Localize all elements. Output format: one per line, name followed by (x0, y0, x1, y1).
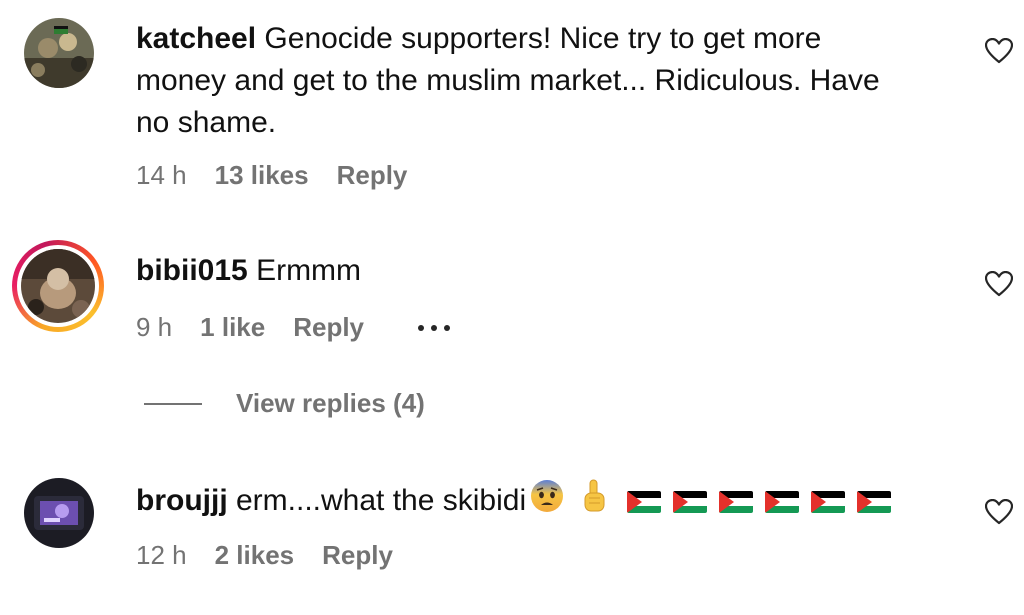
palestine-flag-emoji (672, 491, 707, 513)
avatar-image (24, 18, 94, 88)
likes-count[interactable]: 2 likes (215, 540, 295, 571)
comment-body: Ermmm (256, 254, 362, 287)
palestine-flag-emoji (626, 491, 661, 513)
avatar (21, 249, 95, 323)
comment-text: bibii015 Ermmm (136, 250, 916, 292)
palestine-flag-emoji (718, 491, 753, 513)
palestine-flag-emoji (810, 491, 845, 513)
comment-text: katcheel Genocide supporters! Nice try t… (136, 18, 916, 144)
likes-count[interactable]: 1 like (200, 312, 265, 343)
timestamp[interactable]: 9 h (136, 312, 172, 343)
username[interactable]: katcheel (136, 22, 256, 55)
timestamp[interactable]: 12 h (136, 540, 187, 571)
view-replies-button[interactable]: View replies (4) (144, 388, 425, 419)
avatar-image (21, 249, 95, 323)
avatar[interactable] (24, 478, 94, 548)
more-horizontal-icon[interactable] (418, 324, 451, 331)
likes-count[interactable]: 13 likes (215, 160, 309, 191)
story-ring[interactable] (12, 240, 104, 332)
flag-emoji-row (626, 484, 903, 517)
avatar-image (24, 478, 94, 548)
username[interactable]: broujjj (136, 484, 228, 517)
avatar[interactable] (24, 18, 94, 88)
fearful-face-emoji (530, 479, 564, 525)
view-replies-label: View replies (4) (236, 388, 425, 418)
comment-text: broujjj erm....what the skibidi (136, 478, 916, 526)
divider (144, 402, 202, 405)
comment-meta: 12 h 2 likes Reply (136, 540, 421, 571)
timestamp[interactable]: 14 h (136, 160, 187, 191)
comment-meta: 9 h 1 like Reply (136, 312, 451, 343)
heart-icon[interactable] (985, 499, 1013, 525)
heart-icon[interactable] (985, 38, 1013, 64)
username[interactable]: bibii015 (136, 254, 248, 287)
comment-body: erm....what the skibidi (236, 483, 527, 517)
palestine-flag-emoji (856, 491, 891, 513)
reply-button[interactable]: Reply (322, 540, 393, 571)
palestine-flag-emoji (764, 491, 799, 513)
reply-button[interactable]: Reply (293, 312, 364, 343)
reply-button[interactable]: Reply (337, 160, 408, 191)
index-pointing-up-emoji (580, 478, 608, 526)
heart-icon[interactable] (985, 271, 1013, 297)
comment-meta: 14 h 13 likes Reply (136, 160, 435, 191)
